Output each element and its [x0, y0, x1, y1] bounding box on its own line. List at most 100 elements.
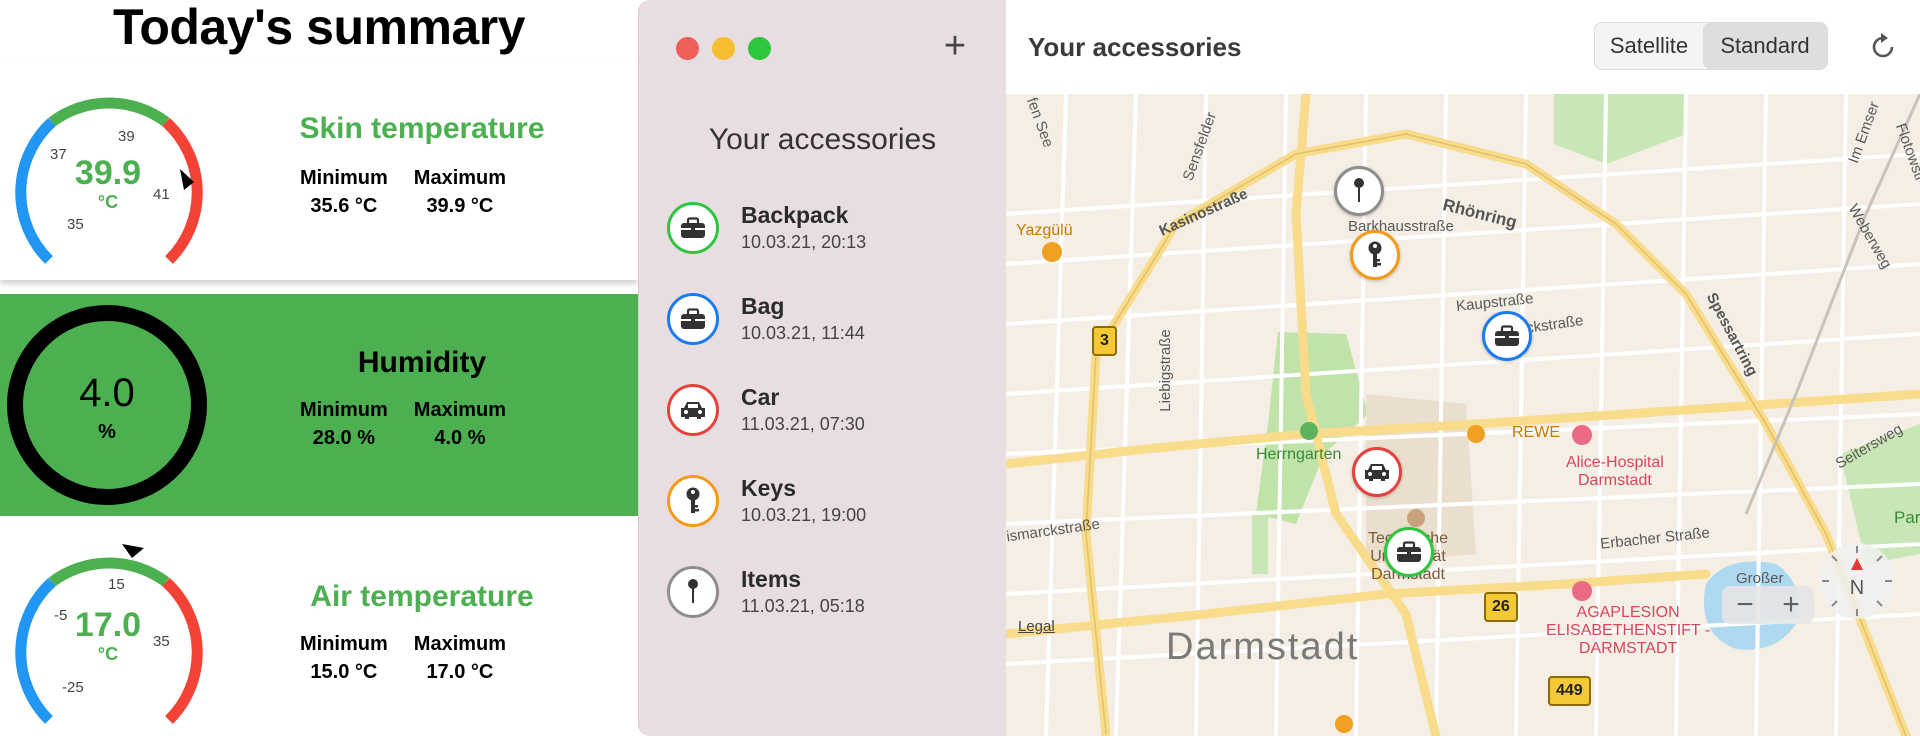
gauge-tick: 37	[50, 146, 67, 163]
poi-label: Yazgülü	[1016, 222, 1073, 239]
gauge-tick: 35	[67, 216, 84, 233]
map-window: Your accessories Satellite Standard Yazg…	[1006, 0, 1920, 736]
accessory-date: 10.03.21, 19:00	[741, 505, 867, 525]
skin-temperature-value: 39.9	[75, 154, 141, 192]
city-label: Darmstadt	[1166, 626, 1360, 668]
max-label: Maximum	[413, 167, 507, 189]
zoom-in-button[interactable]: +	[1768, 586, 1814, 624]
gauge-tick: -25	[62, 679, 84, 696]
max-value: 39.9 °C	[426, 195, 494, 217]
humidity-gauge: 4.0 %	[7, 305, 207, 505]
key-icon	[667, 475, 719, 527]
window-close-button[interactable]	[676, 37, 699, 60]
road-shield: 3	[1092, 326, 1117, 356]
compass-label: N	[1850, 577, 1864, 599]
skin-temperature-unit: °C	[98, 192, 118, 212]
pin-icon	[667, 566, 719, 618]
map-title: Your accessories	[1028, 32, 1242, 62]
map-toolbar: Your accessories Satellite Standard	[1006, 0, 1920, 94]
road-shield: 449	[1548, 676, 1591, 706]
map-background	[1006, 94, 1920, 736]
compass-icon[interactable]: N	[1816, 540, 1898, 622]
skin-temperature-card: 35 37 39 41 39.9 °C Skin temperature Min…	[0, 60, 638, 280]
add-accessory-button[interactable]: +	[933, 24, 977, 68]
legal-link[interactable]: Legal	[1018, 618, 1055, 635]
air-temperature-title: Air temperature	[310, 580, 534, 613]
max-value: 4.0 %	[434, 427, 486, 449]
accessory-date: 10.03.21, 11:44	[741, 323, 865, 343]
accessory-name: Backpack	[741, 202, 849, 228]
map-pin-items[interactable]	[1334, 166, 1384, 216]
summary-panel: Today's summary 35 37 39 41 39.9 °C Skin…	[0, 0, 638, 736]
gauge-tick: 35	[153, 633, 170, 650]
skin-temperature-gauge: 35 37 39 41 39.9 °C	[15, 97, 203, 264]
accessory-item-items[interactable]: Items 11.03.21, 05:18	[667, 564, 987, 634]
map-pin-keys[interactable]	[1350, 230, 1400, 280]
accessory-name: Items	[741, 566, 802, 592]
max-value: 17.0 °C	[426, 661, 494, 683]
max-label: Maximum	[413, 633, 507, 655]
map-type-segmented-control: Satellite Standard	[1594, 22, 1828, 70]
map-pin-bag[interactable]	[1482, 311, 1532, 361]
refresh-icon[interactable]	[1866, 30, 1900, 64]
skin-temperature-minmax: Minimum 35.6 °C Maximum 39.9 °C	[300, 164, 506, 220]
air-temperature-minmax: Minimum 15.0 °C Maximum 17.0 °C	[300, 630, 506, 686]
summary-title: Today's summary	[113, 0, 525, 55]
road-shield: 26	[1484, 592, 1518, 622]
min-value: 15.0 °C	[310, 661, 378, 683]
zoom-control: − +	[1722, 586, 1814, 624]
accessory-date: 11.03.21, 05:18	[741, 596, 865, 616]
window-minimize-button[interactable]	[712, 37, 735, 60]
water-label: Großer	[1736, 570, 1784, 587]
humidity-title: Humidity	[357, 346, 487, 379]
poi-label: AGAPLESION ELISABETHENSTIFT - DARMSTADT	[1546, 604, 1711, 657]
accessory-name: Keys	[741, 475, 796, 501]
map-pin-car[interactable]	[1352, 447, 1402, 497]
accessory-item-backpack[interactable]: Backpack 10.03.21, 20:13	[667, 200, 987, 270]
street-label: Liebigstraße	[1156, 329, 1174, 412]
window-maximize-button[interactable]	[748, 37, 771, 60]
accessory-name: Car	[741, 384, 780, 410]
air-temperature-value: 17.0	[75, 606, 141, 644]
accessory-item-bag[interactable]: Bag 10.03.21, 11:44	[667, 291, 987, 361]
humidity-unit: %	[98, 421, 116, 443]
pin-icon	[1354, 178, 1364, 202]
gauge-tick: 39	[118, 128, 135, 145]
air-temperature-card: -25 -5 15 35 17.0 °C Air temperature Min…	[0, 528, 638, 736]
poi-label: REWE	[1512, 424, 1560, 441]
zoom-out-button[interactable]: −	[1722, 586, 1768, 624]
air-temperature-gauge: -25 -5 15 35 17.0 °C	[15, 544, 203, 724]
key-icon	[1368, 241, 1382, 267]
min-value: 35.6 °C	[310, 195, 378, 217]
accessory-name: Bag	[741, 293, 785, 319]
humidity-minmax: Minimum 28.0 % Maximum 4.0 %	[300, 396, 506, 452]
accessory-item-keys[interactable]: Keys 10.03.21, 19:00	[667, 473, 987, 543]
min-value: 28.0 %	[312, 427, 376, 449]
accessory-date: 10.03.21, 20:13	[741, 232, 867, 252]
max-label: Maximum	[413, 399, 507, 421]
accessory-date: 11.03.21, 07:30	[741, 414, 865, 434]
poi-label: Alice-Hospital Darmstadt	[1566, 454, 1664, 489]
briefcase-icon	[667, 202, 719, 254]
accessories-sidebar: + Your accessories Backpack 10.03.21, 20…	[638, 0, 1007, 736]
park-label: Park	[1894, 508, 1920, 527]
briefcase-icon	[1397, 541, 1421, 562]
briefcase-icon	[1495, 325, 1519, 346]
air-temperature-unit: °C	[98, 644, 118, 664]
satellite-button[interactable]: Satellite	[1595, 23, 1703, 69]
gauge-tick: -5	[54, 607, 67, 624]
sidebar-title: Your accessories	[708, 123, 937, 156]
humidity-value: 4.0	[79, 371, 135, 415]
gauge-tick: 41	[153, 186, 170, 203]
map-view[interactable]: Yazgülü Kasinostraße Barkhausstraße Rhön…	[1006, 94, 1920, 736]
accessory-item-car[interactable]: Car 11.03.21, 07:30	[667, 382, 987, 452]
briefcase-icon	[667, 293, 719, 345]
car-icon	[1365, 464, 1389, 481]
car-icon	[667, 384, 719, 436]
min-label: Minimum	[300, 399, 388, 421]
park-label: Herrngarten	[1256, 446, 1342, 463]
min-label: Minimum	[300, 633, 388, 655]
humidity-card: 4.0 % Humidity Minimum 28.0 % Maximum 4.0 …	[0, 294, 638, 516]
map-pin-backpack[interactable]	[1384, 527, 1434, 577]
standard-button[interactable]: Standard	[1703, 23, 1827, 69]
